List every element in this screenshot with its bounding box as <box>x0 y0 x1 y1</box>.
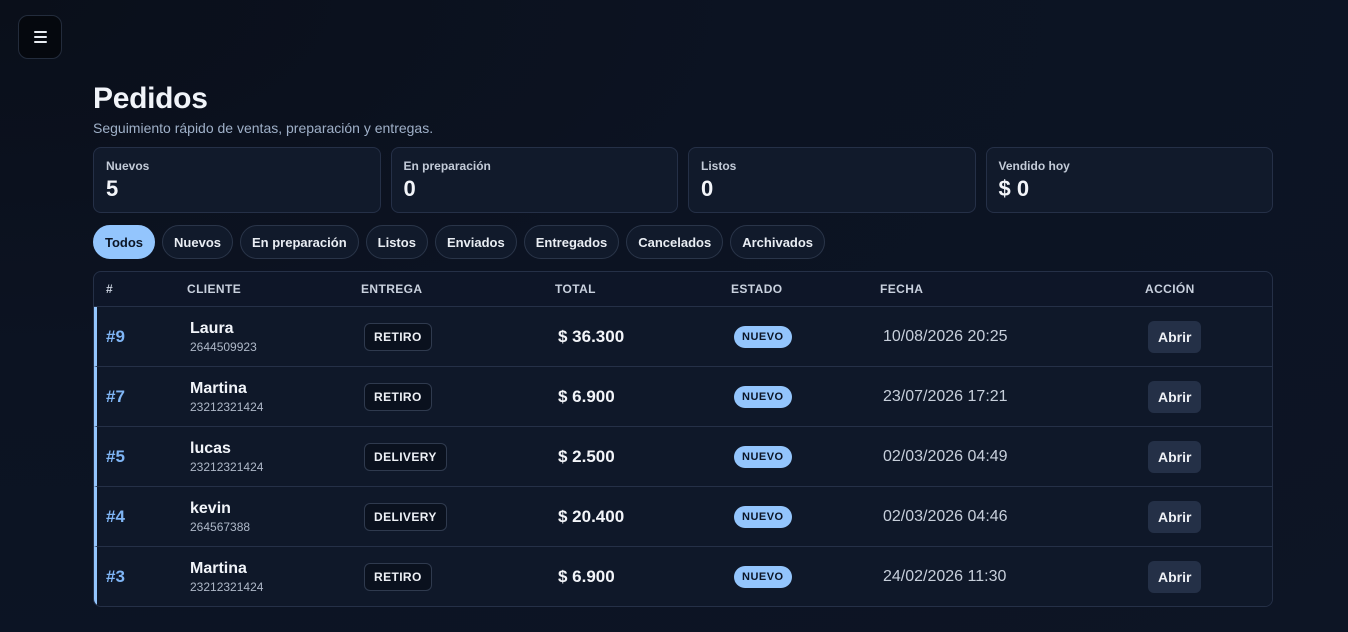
client-phone: 23212321424 <box>190 580 264 594</box>
column-header-fecha: FECHA <box>880 282 924 296</box>
delivery-type-tag: DELIVERY <box>364 442 447 471</box>
table-row: #3 Martina 23212321424 RETIRO $ 6.900 NU… <box>94 547 1272 606</box>
stat-label: Vendido hoy <box>998 159 1070 173</box>
filter-chips: Todos Nuevos En preparación Listos Envia… <box>93 225 826 259</box>
delivery-type-tag: RETIRO <box>364 563 432 591</box>
stat-label: En preparación <box>403 159 491 173</box>
stat-card-vendido-hoy: Vendido hoy $ 0 <box>985 147 1273 213</box>
order-total: $ 6.900 <box>558 386 615 406</box>
column-header-estado: ESTADO <box>731 282 783 296</box>
status-badge: NUEVO <box>734 445 792 468</box>
table-row: #5 lucas 23212321424 DELIVERY $ 2.500 NU… <box>94 427 1272 487</box>
column-header-num: # <box>106 282 114 296</box>
table-row: #4 kevin 264567388 DELIVERY $ 20.400 NUE… <box>94 487 1272 547</box>
column-header-total: TOTAL <box>555 282 596 296</box>
stat-value: 0 <box>701 176 714 201</box>
filter-cancelados[interactable]: Cancelados <box>626 225 724 259</box>
client-phone: 2644509923 <box>190 339 257 354</box>
orders-table: # CLIENTE ENTREGA TOTAL ESTADO FECHA ACC… <box>93 271 1273 607</box>
open-order-button[interactable]: Abrir <box>1148 320 1202 353</box>
open-order-button[interactable]: Abrir <box>1148 440 1202 473</box>
order-total: $ 2.500 <box>558 446 615 466</box>
filter-enviados[interactable]: Enviados <box>434 225 517 259</box>
column-header-entrega: ENTREGA <box>361 282 423 296</box>
stats-row: Nuevos 5 En preparación 0 Listos 0 Vendi… <box>93 147 1273 213</box>
delivery-type-tag: RETIRO <box>364 322 432 351</box>
stat-value: $ 0 <box>998 176 1030 201</box>
filter-todos[interactable]: Todos <box>93 225 156 259</box>
filter-en-preparacion[interactable]: En preparación <box>240 225 359 259</box>
order-date: 02/03/2026 04:46 <box>883 507 1008 525</box>
client-name: Laura <box>190 319 234 337</box>
order-total: $ 36.300 <box>558 326 625 346</box>
order-number: #3 <box>106 567 125 586</box>
delivery-type-tag: DELIVERY <box>364 502 447 531</box>
client-name: lucas <box>190 439 231 457</box>
open-order-button[interactable]: Abrir <box>1148 500 1202 533</box>
status-badge: NUEVO <box>734 566 792 588</box>
filter-entregados[interactable]: Entregados <box>523 225 620 259</box>
client-phone: 23212321424 <box>190 399 264 414</box>
client-phone: 264567388 <box>190 519 251 534</box>
status-badge: NUEVO <box>734 505 792 528</box>
open-order-button[interactable]: Abrir <box>1148 380 1202 413</box>
filter-listos[interactable]: Listos <box>365 225 428 259</box>
order-date: 10/08/2026 20:25 <box>883 327 1008 345</box>
status-badge: NUEVO <box>734 325 792 348</box>
status-badge: NUEVO <box>734 385 792 408</box>
filter-nuevos[interactable]: Nuevos <box>162 225 233 259</box>
table-header: # CLIENTE ENTREGA TOTAL ESTADO FECHA ACC… <box>94 272 1272 307</box>
stat-card-listos: Listos 0 <box>688 147 976 213</box>
order-date: 02/03/2026 04:49 <box>883 447 1008 465</box>
page-subtitle: Seguimiento rápido de ventas, preparació… <box>93 120 434 136</box>
filter-archivados[interactable]: Archivados <box>730 225 826 259</box>
stat-label: Nuevos <box>106 159 150 173</box>
column-header-accion: ACCIÓN <box>1145 282 1195 296</box>
table-row: #9 Laura 2644509923 RETIRO $ 36.300 NUEV… <box>94 307 1272 367</box>
order-number: #5 <box>106 446 125 466</box>
order-date: 24/02/2026 11:30 <box>883 568 1007 585</box>
order-number: #7 <box>106 386 125 406</box>
open-order-button[interactable]: Abrir <box>1148 561 1202 593</box>
stat-card-en-preparacion: En preparación 0 <box>390 147 678 213</box>
column-header-cliente: CLIENTE <box>187 282 242 296</box>
menu-button[interactable] <box>18 15 62 59</box>
stat-value: 0 <box>403 176 416 201</box>
order-total: $ 20.400 <box>558 506 625 526</box>
order-number: #9 <box>106 326 125 346</box>
page-title: Pedidos <box>93 82 208 115</box>
client-name: Martina <box>190 379 247 397</box>
stat-label: Listos <box>701 159 737 173</box>
stat-value: 5 <box>106 176 119 201</box>
order-number: #4 <box>106 506 125 526</box>
order-total: $ 6.900 <box>558 567 615 586</box>
client-name: Martina <box>190 560 247 577</box>
client-name: kevin <box>190 499 231 517</box>
stat-card-nuevos: Nuevos 5 <box>93 147 381 213</box>
delivery-type-tag: RETIRO <box>364 382 432 411</box>
client-phone: 23212321424 <box>190 459 264 474</box>
table-row: #7 Martina 23212321424 RETIRO $ 6.900 NU… <box>94 367 1272 427</box>
order-date: 23/07/2026 17:21 <box>883 387 1008 405</box>
menu-icon <box>33 31 47 43</box>
